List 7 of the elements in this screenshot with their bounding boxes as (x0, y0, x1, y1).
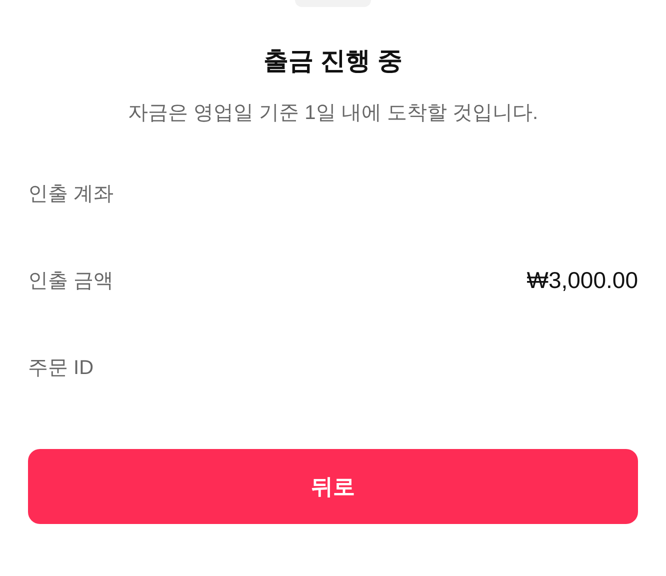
back-button[interactable]: 뒤로 (28, 449, 638, 524)
subtitle: 자금은 영업일 기준 1일 내에 도착할 것입니다. (128, 101, 538, 126)
detail-label: 주문 ID (28, 356, 94, 380)
detail-label: 인출 금액 (28, 268, 114, 294)
detail-value: ₩3,000.00 (526, 266, 638, 296)
detail-label: 인출 계좌 (28, 182, 114, 206)
title: 출금 진행 중 (264, 46, 402, 77)
